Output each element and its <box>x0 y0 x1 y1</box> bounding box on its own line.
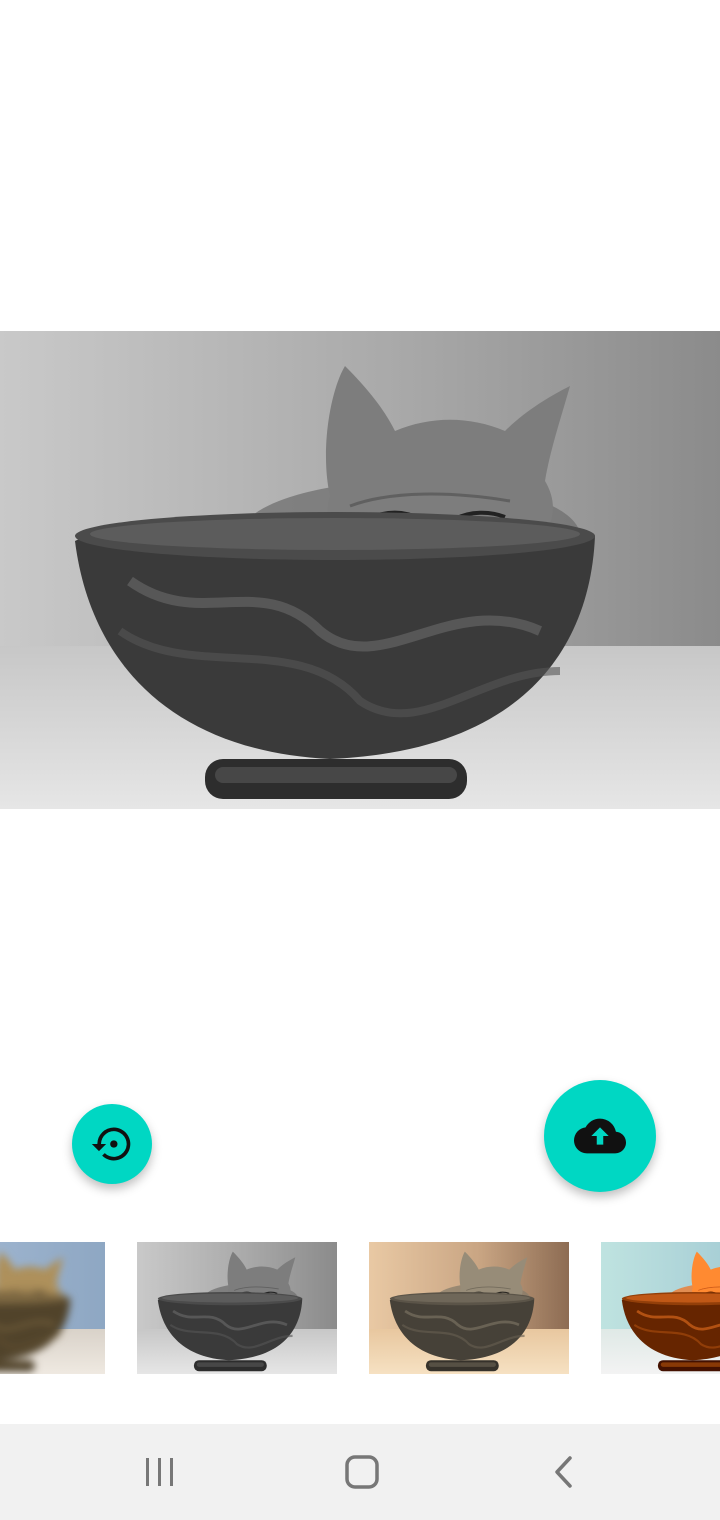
filter-thumbnail-posterize[interactable] <box>601 1242 720 1374</box>
recent-apps-button[interactable] <box>130 1448 190 1496</box>
upload-button[interactable] <box>544 1080 656 1192</box>
restore-button[interactable] <box>72 1104 152 1184</box>
restore-icon <box>91 1127 131 1161</box>
filter-thumbnail-strip[interactable] <box>0 1242 720 1374</box>
cloud-upload-icon <box>574 1118 626 1154</box>
photo-filter-screen <box>0 0 720 1520</box>
recent-apps-icon <box>146 1458 173 1486</box>
back-button[interactable] <box>534 1448 594 1496</box>
filter-thumbnail-sepia[interactable] <box>369 1242 569 1374</box>
home-icon <box>345 1455 379 1489</box>
back-icon <box>555 1456 572 1488</box>
main-image-preview <box>0 331 720 809</box>
home-button[interactable] <box>332 1448 392 1496</box>
kitten-in-bowl-image <box>0 331 720 809</box>
filter-thumbnail-blur[interactable] <box>0 1242 105 1374</box>
system-navigation-bar <box>0 1424 720 1520</box>
filter-thumbnail-grayscale[interactable] <box>137 1242 337 1374</box>
